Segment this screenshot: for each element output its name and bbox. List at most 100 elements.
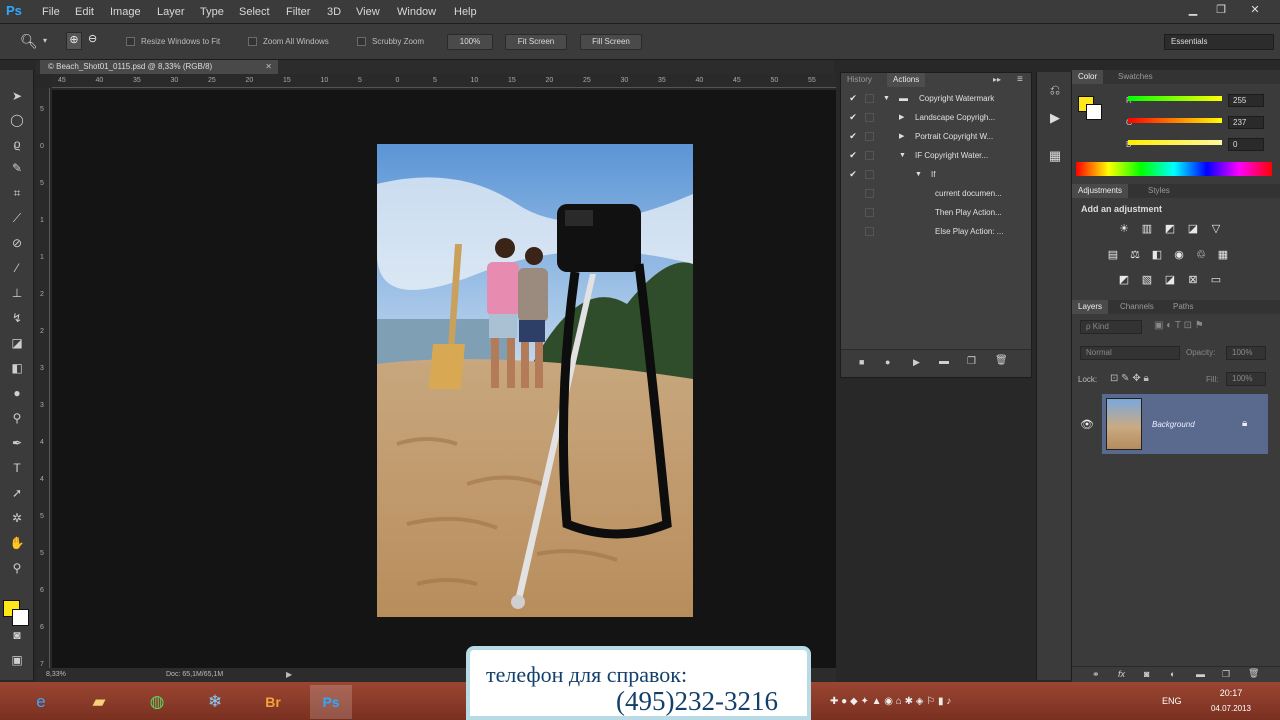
menu-edit[interactable]: Edit [75,6,94,18]
g-value[interactable]: 237 [1228,116,1264,129]
layer-row-background[interactable]: Background 🔒︎ [1102,394,1268,454]
expand-toggle-icon[interactable]: ▶ [899,127,904,146]
healing-brush-tool-icon[interactable]: ⊘ [6,233,28,253]
menu-3d[interactable]: 3D [327,6,341,18]
zoom-out-icon[interactable]: ⊖ [88,32,97,45]
fill-field[interactable]: 100% [1226,372,1266,386]
lasso-tool-icon[interactable]: ϱ [6,134,28,154]
action-row[interactable]: ✔ ▼ IF Copyright Water... [841,146,1019,165]
menu-select[interactable]: Select [239,6,270,18]
zoom-tool-sidebar-icon[interactable]: ⚲ [6,558,28,578]
r-slider[interactable] [1128,96,1222,101]
color-balance-icon[interactable]: ⚖ [1128,248,1142,262]
language-indicator[interactable]: ENG [1162,696,1182,706]
chevron-down-icon[interactable]: ▾ [43,36,47,45]
opacity-field[interactable]: 100% [1226,346,1266,360]
panel-collapse-icon[interactable]: ▸▸ [993,75,1001,84]
channel-mixer-icon[interactable]: ♲ [1194,248,1208,262]
dialog-toggle-box[interactable] [865,151,874,160]
levels-icon[interactable]: ▥ [1140,222,1154,236]
tab-channels[interactable]: Channels [1114,300,1160,314]
layer-filter-icons[interactable]: ▣ ◐ T ⊡ ⚑ [1154,320,1204,331]
history-dock-icon[interactable]: ⎌ [1044,80,1066,100]
dialog-toggle-box[interactable] [865,113,874,122]
gradient-map-icon[interactable]: ▭ [1209,273,1223,287]
fx-icon[interactable]: fx [1118,669,1125,679]
brush-tool-icon[interactable]: ⁄ [6,258,28,278]
zoom-tool-icon[interactable]: 🔍︎ [20,33,38,50]
layer-name[interactable]: Background [1152,420,1195,429]
tab-actions[interactable]: Actions [887,73,926,87]
blend-mode-select[interactable]: Normal [1080,346,1180,360]
fit-screen-button[interactable]: Fit Screen [505,34,567,50]
quick-select-tool-icon[interactable]: ✎ [6,158,28,178]
pen-tool-icon[interactable]: ✒ [6,433,28,453]
action-check-icon[interactable]: ✔ [848,146,858,165]
dialog-toggle-box[interactable] [865,94,874,103]
tab-layers[interactable]: Layers [1072,300,1109,314]
dialog-toggle-box[interactable] [865,227,874,236]
restore-icon[interactable]: ❐ [1210,3,1232,19]
zoom-in-icon[interactable]: ⊕ [66,32,82,50]
scrubby-zoom-checkbox[interactable] [357,37,366,46]
eraser-tool-icon[interactable]: ◪ [6,333,28,353]
blur-tool-icon[interactable]: ● [6,383,28,403]
brightness-icon[interactable]: ☀ [1117,222,1131,236]
selective-color-icon[interactable]: ⊠ [1186,273,1200,287]
add-mask-icon[interactable]: ◙ [1144,669,1149,679]
dodge-tool-icon[interactable]: ⚲ [6,408,28,428]
color-spectrum[interactable] [1076,162,1272,176]
tab-color[interactable]: Color [1072,70,1104,84]
zoom-all-checkbox[interactable] [248,37,257,46]
tab-swatches[interactable]: Swatches [1112,70,1159,84]
crop-tool-icon[interactable]: ⌗ [6,183,28,203]
hand-tool-icon[interactable]: ✋ [6,533,28,553]
ie-icon[interactable]: e [20,685,62,719]
r-value[interactable]: 255 [1228,94,1264,107]
expand-toggle-icon[interactable]: ▼ [883,89,890,108]
visibility-eye-icon[interactable]: 👁︎ [1080,418,1094,431]
quick-mask-icon[interactable]: ◙ [6,625,28,645]
tab-adjustments[interactable]: Adjustments [1072,184,1129,198]
zoom-100-button[interactable]: 100% [447,34,493,50]
action-check-icon[interactable]: ✔ [848,127,858,146]
bw-icon[interactable]: ◧ [1150,248,1164,262]
bg-color-chip[interactable] [1086,104,1102,120]
document-tab[interactable]: © Beach_Shot01_0115.psd @ 8,33% (RGB/8) … [40,60,278,74]
close-icon[interactable]: ✕ [1244,3,1266,19]
lock-icons[interactable]: ⊡ ✎ ✥ 🔒︎ [1110,373,1149,384]
clone-stamp-tool-icon[interactable]: ⊥ [6,283,28,303]
action-row[interactable]: Else Play Action: ... [841,222,1019,241]
vibrance-icon[interactable]: ▽ [1209,222,1223,236]
threshold-icon[interactable]: ◪ [1163,273,1177,287]
panel-menu-icon[interactable]: ≡ [1017,74,1023,85]
new-set-icon[interactable]: ▬ [939,356,949,367]
minimize-icon[interactable]: ▁ [1182,3,1204,19]
clock-date[interactable]: 04.07.2013 [1196,704,1266,713]
menu-layer[interactable]: Layer [157,6,185,18]
screen-mode-icon[interactable]: ▣ [6,650,28,670]
action-check-icon[interactable]: ✔ [848,165,858,184]
gradient-tool-icon[interactable]: ◧ [6,358,28,378]
action-check-icon[interactable]: ✔ [848,108,858,127]
document-image[interactable] [377,144,693,617]
action-row[interactable]: current documen... [841,184,1019,203]
delete-layer-icon[interactable]: 🗑︎ [1248,668,1259,679]
status-arrow-icon[interactable]: ▶ [286,670,292,679]
move-tool-icon[interactable]: ➤ [6,86,28,106]
eyedropper-tool-icon[interactable]: ⟋ [6,208,28,228]
new-fill-layer-icon[interactable]: ◐ [1170,669,1175,679]
menu-help[interactable]: Help [454,6,477,18]
photoshop-taskbar-icon[interactable]: Ps [310,685,352,719]
expand-toggle-icon[interactable]: ▼ [899,146,906,165]
tab-paths[interactable]: Paths [1167,300,1199,314]
delete-icon[interactable]: 🗑︎ [995,355,1008,366]
dialog-toggle-box[interactable] [865,208,874,217]
menu-window[interactable]: Window [397,6,436,18]
new-layer-icon[interactable]: ❐ [1222,669,1230,680]
hue-icon[interactable]: ▤ [1106,248,1120,262]
action-row[interactable]: ✔ ▶ Portrait Copyright W... [841,127,1019,146]
marquee-tool-icon[interactable]: ◯ [6,110,28,130]
dialog-toggle-box[interactable] [865,189,874,198]
close-tab-icon[interactable]: ✕ [265,60,272,74]
